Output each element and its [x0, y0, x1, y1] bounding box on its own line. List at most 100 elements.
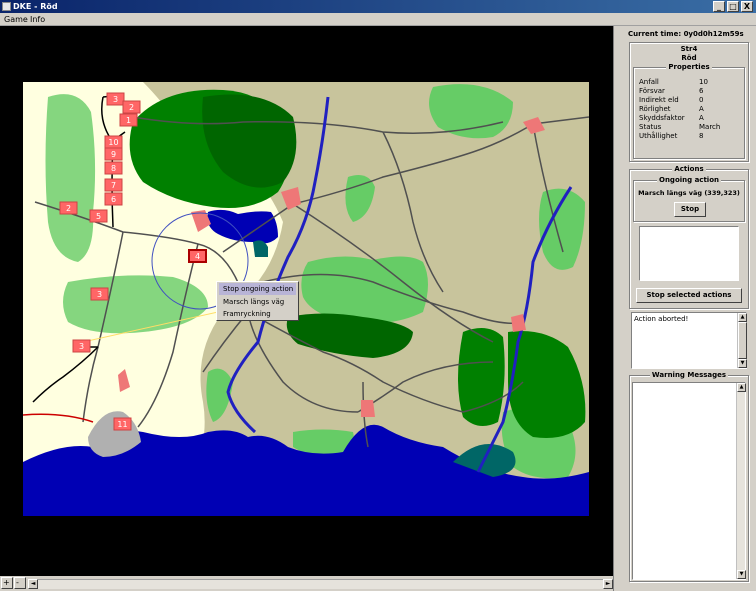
prop-key: Indirekt eld	[639, 96, 679, 104]
warning-messages-list[interactable]: ▲ ▼	[632, 382, 746, 580]
warning-messages-box: Warning Messages ▲ ▼	[629, 371, 749, 582]
unit-label: 7	[111, 181, 116, 190]
unit-label: 3	[97, 290, 102, 299]
prop-key: Skyddsfaktor	[639, 114, 685, 122]
unit-marker[interactable]: 5	[89, 209, 108, 223]
zoom-in-button[interactable]: +	[1, 577, 13, 589]
maximize-button[interactable]: □	[727, 1, 739, 12]
properties-title: Properties	[666, 63, 712, 71]
app-icon	[2, 2, 11, 11]
prop-row: Uthållighet 8	[639, 132, 754, 141]
stop-selected-actions-button[interactable]: Stop selected actions	[636, 288, 742, 303]
prop-value: 6	[699, 87, 704, 95]
window-title: DKE - Röd	[13, 2, 58, 11]
unit-label: 3	[79, 342, 84, 351]
zoom-out-button[interactable]: -	[14, 577, 26, 589]
log-scrollbar[interactable]: ▲ ▼	[737, 313, 747, 368]
ongoing-action-box: Ongoing action Marsch längs väg (339,323…	[633, 176, 745, 222]
prop-row: Försvar 6	[639, 87, 754, 96]
unit-name: Str4	[680, 45, 698, 53]
unit-marker[interactable]: 8	[104, 161, 123, 175]
unit-marker[interactable]: 4	[188, 249, 207, 263]
zoom-out-icon: -	[16, 578, 19, 587]
log-area[interactable]: Action aborted! ▲ ▼	[631, 312, 747, 369]
title-bar: DKE - Röd _ □ X	[0, 0, 756, 13]
unit-label: 2	[129, 103, 134, 112]
prop-value: A	[699, 114, 704, 122]
prop-key: Försvar	[639, 87, 665, 95]
unit-label: 4	[195, 252, 200, 261]
prop-row: Indirekt eld 0	[639, 96, 754, 105]
unit-marker[interactable]: 1	[119, 113, 138, 127]
unit-label: 1	[126, 116, 131, 125]
menu-bar: Game Info	[0, 13, 756, 26]
prop-value: 0	[699, 96, 704, 104]
scroll-right-icon[interactable]: ►	[603, 579, 613, 589]
prop-key: Anfall	[639, 78, 659, 86]
zoom-bar: + - ◄ ►	[0, 576, 613, 591]
unit-label: 8	[111, 164, 116, 173]
prop-value: 8	[699, 132, 704, 140]
menu-game[interactable]: Game	[4, 14, 28, 25]
prop-value: March	[699, 123, 721, 131]
unit-side: Röd	[681, 54, 697, 62]
unit-label: 10	[108, 138, 118, 147]
ongoing-action-title: Ongoing action	[657, 176, 721, 184]
unit-label: 6	[111, 195, 116, 204]
unit-marker[interactable]: 7	[104, 178, 123, 192]
prop-key: Status	[639, 123, 662, 131]
scroll-down-icon[interactable]: ▼	[738, 359, 747, 368]
prop-row: Skyddsfaktor A	[639, 114, 754, 123]
prop-value: A	[699, 105, 704, 113]
unit-marker[interactable]: 2	[59, 201, 78, 215]
ctx-framryckning[interactable]: Framryckning	[219, 308, 296, 320]
map-canvas[interactable]: 3 2 1 10 9 8 7 6 5 2 4 3 3 11	[23, 82, 589, 516]
close-button[interactable]: X	[741, 1, 753, 12]
unit-marker[interactable]: 9	[104, 147, 123, 161]
scroll-thumb[interactable]	[738, 322, 747, 359]
prop-value: 10	[699, 78, 708, 86]
zoom-in-icon: +	[3, 578, 10, 587]
unit-marker[interactable]: 2	[122, 100, 141, 114]
prop-row: Status March	[639, 123, 754, 132]
current-time: Current time: 0y0d0h12m59s	[628, 30, 744, 38]
unit-marker[interactable]: 3	[106, 92, 125, 106]
map-svg[interactable]: 3 2 1 10 9 8 7 6 5 2 4 3 3 11	[23, 82, 589, 516]
warning-messages-title: Warning Messages	[649, 371, 729, 379]
ctx-marsch-langs-vag[interactable]: Marsch längs väg	[219, 296, 296, 308]
unit-marker[interactable]: 11	[113, 417, 132, 431]
forest-light	[45, 94, 96, 262]
scroll-down-icon[interactable]: ▼	[737, 570, 746, 579]
actions-title: Actions	[672, 165, 706, 173]
minimize-button[interactable]: _	[713, 1, 725, 12]
stop-button[interactable]: Stop	[674, 202, 706, 217]
properties-box: Properties Anfall 10 Försvar 6 Indirekt el…	[633, 63, 745, 159]
scroll-up-icon[interactable]: ▲	[738, 313, 747, 322]
ongoing-action-text: Marsch längs väg (339,323)	[638, 189, 740, 197]
warnings-scrollbar[interactable]: ▲ ▼	[736, 383, 746, 579]
unit-info-box: Str4 Röd Properties Anfall 10 Försvar 6 In…	[629, 42, 749, 162]
scroll-up-icon[interactable]: ▲	[737, 383, 746, 392]
prop-row: Anfall 10	[639, 78, 754, 87]
unit-marker[interactable]: 10	[104, 135, 123, 149]
context-menu: Stop ongoing action Marsch längs väg Fra…	[216, 281, 299, 321]
unit-label: 2	[66, 204, 71, 213]
prop-key: Rörlighet	[639, 105, 671, 113]
unit-label: 3	[113, 95, 118, 104]
scroll-left-icon[interactable]: ◄	[28, 579, 38, 589]
log-text: Action aborted!	[634, 315, 689, 323]
unit-marker[interactable]: 3	[72, 339, 91, 353]
map-viewport[interactable]: 3 2 1 10 9 8 7 6 5 2 4 3 3 11 Stop ongoing action Mar…	[0, 26, 613, 576]
menu-info[interactable]: Info	[30, 14, 45, 25]
ctx-stop-ongoing-action[interactable]: Stop ongoing action	[219, 283, 296, 295]
unit-label: 9	[111, 150, 116, 159]
actions-list[interactable]	[639, 226, 739, 281]
side-panel: Current time: 0y0d0h12m59s Str4 Röd Prop…	[613, 26, 756, 591]
prop-row: Rörlighet A	[639, 105, 754, 114]
unit-label: 5	[96, 212, 101, 221]
unit-marker[interactable]: 6	[104, 192, 123, 206]
prop-key: Uthållighet	[639, 132, 678, 140]
unit-marker[interactable]: 3	[90, 287, 109, 301]
unit-label: 11	[117, 420, 127, 429]
horizontal-scrollbar[interactable]: ◄ ►	[28, 579, 613, 589]
